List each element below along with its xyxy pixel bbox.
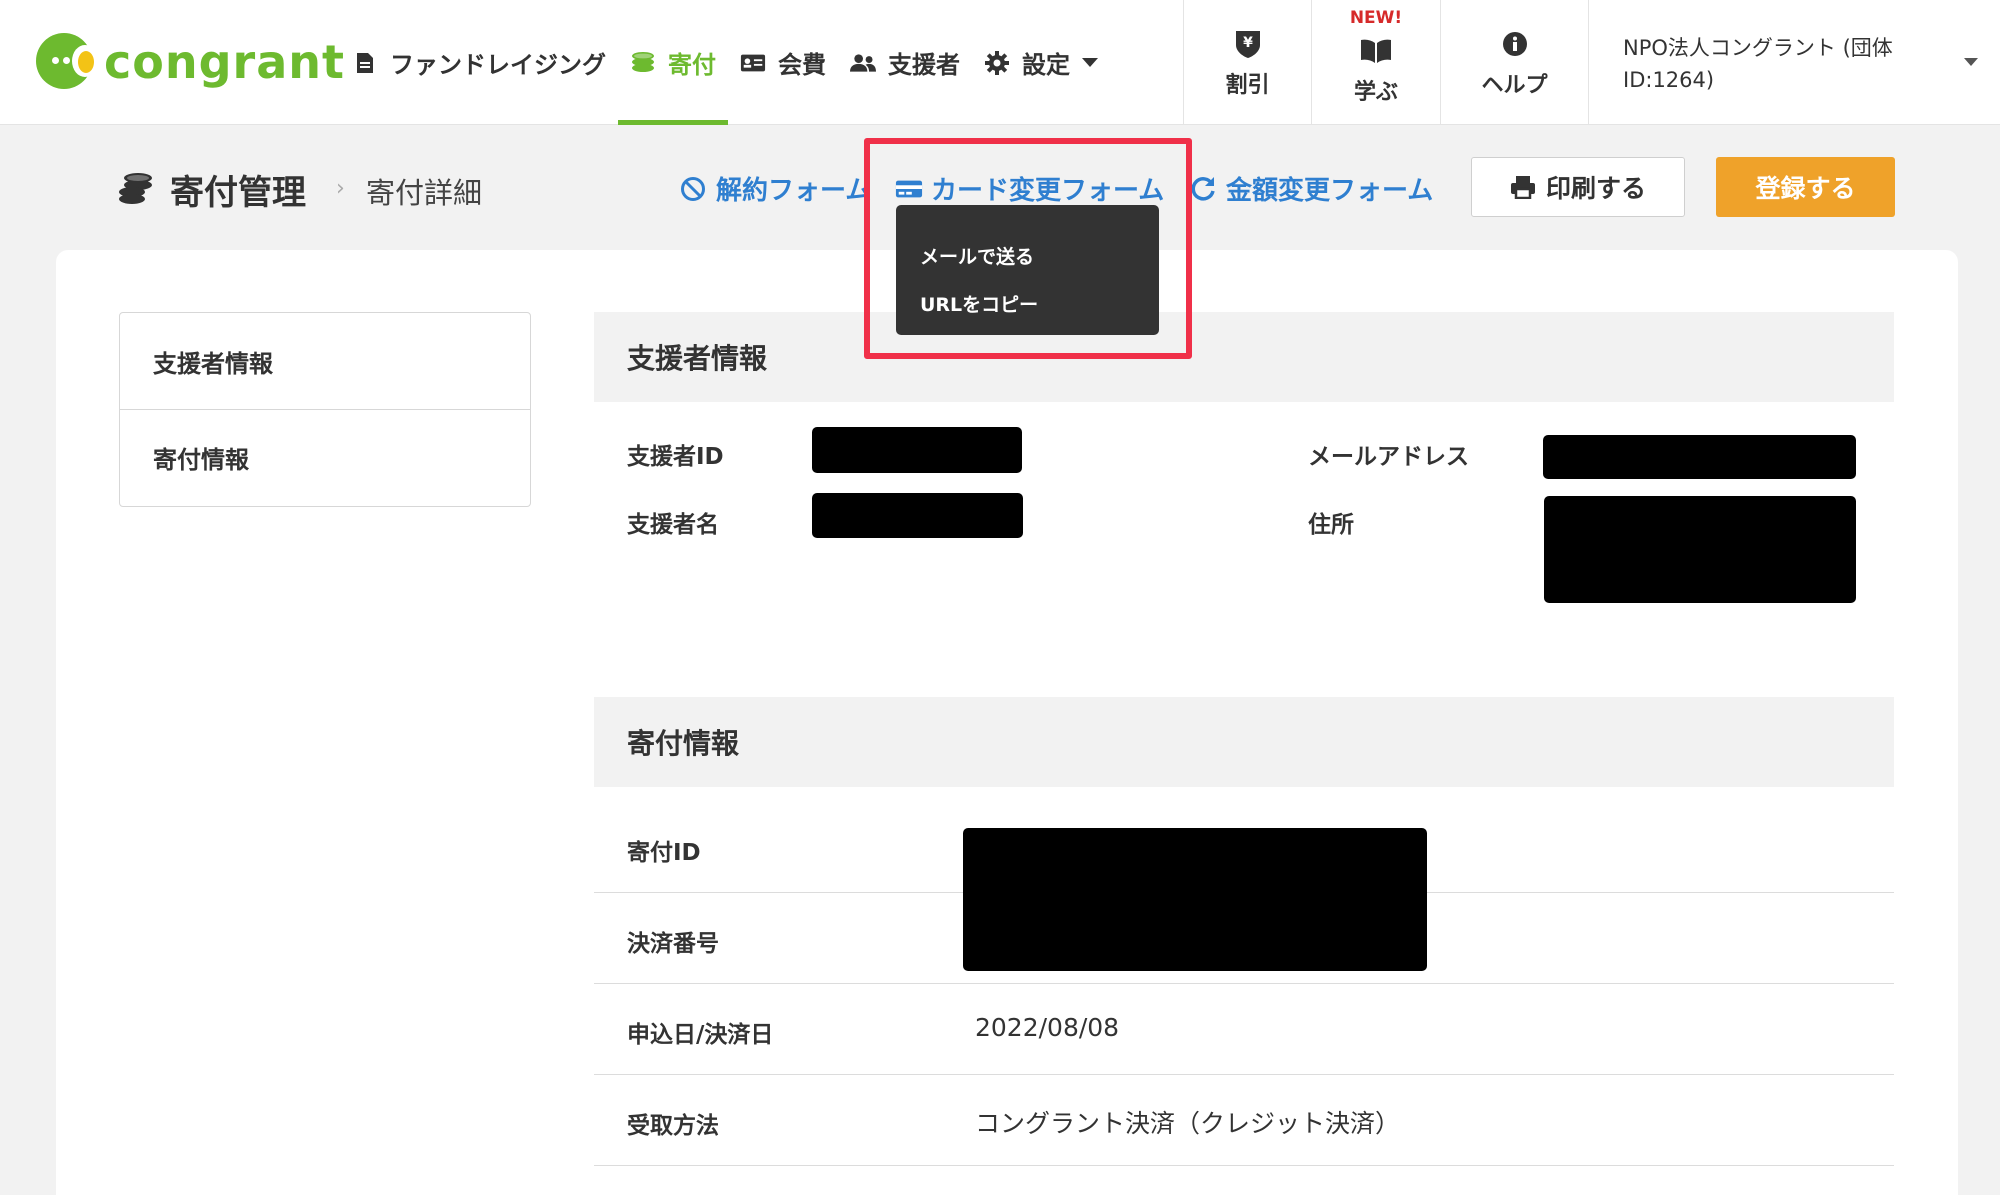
learn-button[interactable]: NEW! 学ぶ (1311, 0, 1440, 125)
donation-id-label: 寄付ID (627, 840, 701, 866)
address-redacted (1544, 496, 1856, 603)
donation-section-header: 寄付情報 (594, 697, 1894, 787)
page-title: 寄付管理 (118, 165, 306, 214)
donation-id-payment-number-redacted (963, 828, 1427, 971)
amount-change-form-label: 金額変更フォーム (1226, 176, 1434, 206)
row-divider (594, 983, 1894, 984)
register-button[interactable]: 登録する (1716, 157, 1895, 217)
highlight-box (864, 138, 1192, 359)
congrant-logo[interactable]: congrant (36, 30, 345, 94)
supporter-section-header: 支援者情報 (594, 312, 1894, 402)
learn-label: 学ぶ (1353, 79, 1398, 105)
supporter-section-title: 支援者情報 (627, 342, 768, 375)
print-button-label: 印刷する (1545, 174, 1646, 203)
org-name-line1: NPO法人コングラント (団体 (1623, 36, 1893, 60)
nav-item-supporters[interactable]: 支援者 (838, 0, 972, 125)
supporter-id-label: 支援者ID (627, 444, 724, 470)
gear-icon (984, 50, 1010, 76)
printer-icon (1510, 175, 1536, 199)
help-button[interactable]: ヘルプ (1440, 0, 1588, 125)
breadcrumb-separator: › (336, 176, 345, 201)
coins-icon (630, 50, 656, 76)
email-redacted (1543, 435, 1856, 479)
cancel-form-label: 解約フォーム (716, 176, 872, 206)
supporter-name-label: 支援者名 (627, 512, 719, 538)
svg-text:¥: ¥ (1243, 35, 1253, 51)
users-icon (850, 50, 876, 76)
nav-item-label: 支援者 (888, 51, 960, 79)
receipt-method-label: 受取方法 (627, 1113, 719, 1139)
chevron-down-icon (1082, 58, 1098, 67)
section-side-menu: 支援者情報 寄付情報 (119, 312, 531, 507)
application-date-value: 2022/08/08 (975, 1013, 1120, 1042)
donation-section-title: 寄付情報 (627, 727, 740, 760)
info-icon (1502, 27, 1528, 61)
register-button-label: 登録する (1755, 174, 1856, 203)
yen-shield-icon: ¥ (1234, 27, 1262, 61)
top-navigation-bar: congrant ファンドレイジング 寄付 会費 支援者 設定 ¥ 割引 NEW… (0, 0, 2000, 125)
id-card-icon (740, 50, 766, 76)
help-label: ヘルプ (1481, 72, 1548, 98)
breadcrumb-current: 寄付詳細 (366, 176, 483, 210)
nav-item-membership[interactable]: 会費 (728, 0, 838, 125)
organization-switcher[interactable]: NPO法人コングラント (団体 ID:1264) (1588, 0, 2000, 125)
refresh-icon (1190, 175, 1218, 203)
email-label: メールアドレス (1308, 444, 1469, 470)
book-icon (1360, 34, 1392, 68)
side-menu-item-label: 寄付情報 (153, 446, 249, 474)
application-date-label: 申込日/決済日 (627, 1022, 774, 1048)
supporter-name-redacted (812, 493, 1023, 538)
discount-label: 割引 (1225, 72, 1270, 98)
logo-mark-icon (36, 31, 98, 93)
main-nav: ファンドレイジング 寄付 会費 支援者 設定 (340, 0, 1110, 125)
amount-change-form-link[interactable]: 金額変更フォーム (1190, 170, 1433, 207)
supporter-id-redacted (812, 427, 1022, 473)
nav-item-label: 寄付 (668, 51, 716, 79)
side-menu-item-donation-info[interactable]: 寄付情報 (120, 409, 530, 505)
chevron-down-icon (1964, 58, 1978, 66)
side-menu-item-supporter-info[interactable]: 支援者情報 (120, 313, 530, 409)
nav-item-fundraising[interactable]: ファンドレイジング (340, 0, 618, 125)
nav-item-donation[interactable]: 寄付 (618, 0, 728, 125)
discount-button[interactable]: ¥ 割引 (1183, 0, 1311, 125)
logo-text: congrant (104, 35, 346, 89)
page-title-text: 寄付管理 (170, 173, 306, 213)
nav-item-label: 設定 (1022, 51, 1070, 79)
cancel-form-link[interactable]: 解約フォーム (680, 170, 871, 207)
payment-number-label: 決済番号 (627, 931, 719, 957)
receipt-method-value: コングラント決済（クレジット決済） (975, 1109, 1401, 1138)
ban-icon (680, 175, 708, 203)
nav-item-label: 会費 (778, 51, 826, 79)
address-label: 住所 (1308, 512, 1354, 538)
row-divider (594, 1165, 1894, 1166)
nav-item-label: ファンドレイジング (390, 51, 606, 79)
nav-item-settings[interactable]: 設定 (972, 0, 1110, 125)
coins-icon (118, 172, 154, 208)
org-name-line2: ID:1264) (1623, 68, 1715, 92)
new-badge: NEW! (1349, 8, 1403, 28)
print-button[interactable]: 印刷する (1471, 157, 1685, 217)
side-menu-item-label: 支援者情報 (153, 349, 273, 378)
document-icon (352, 50, 378, 76)
row-divider (594, 1074, 1894, 1075)
